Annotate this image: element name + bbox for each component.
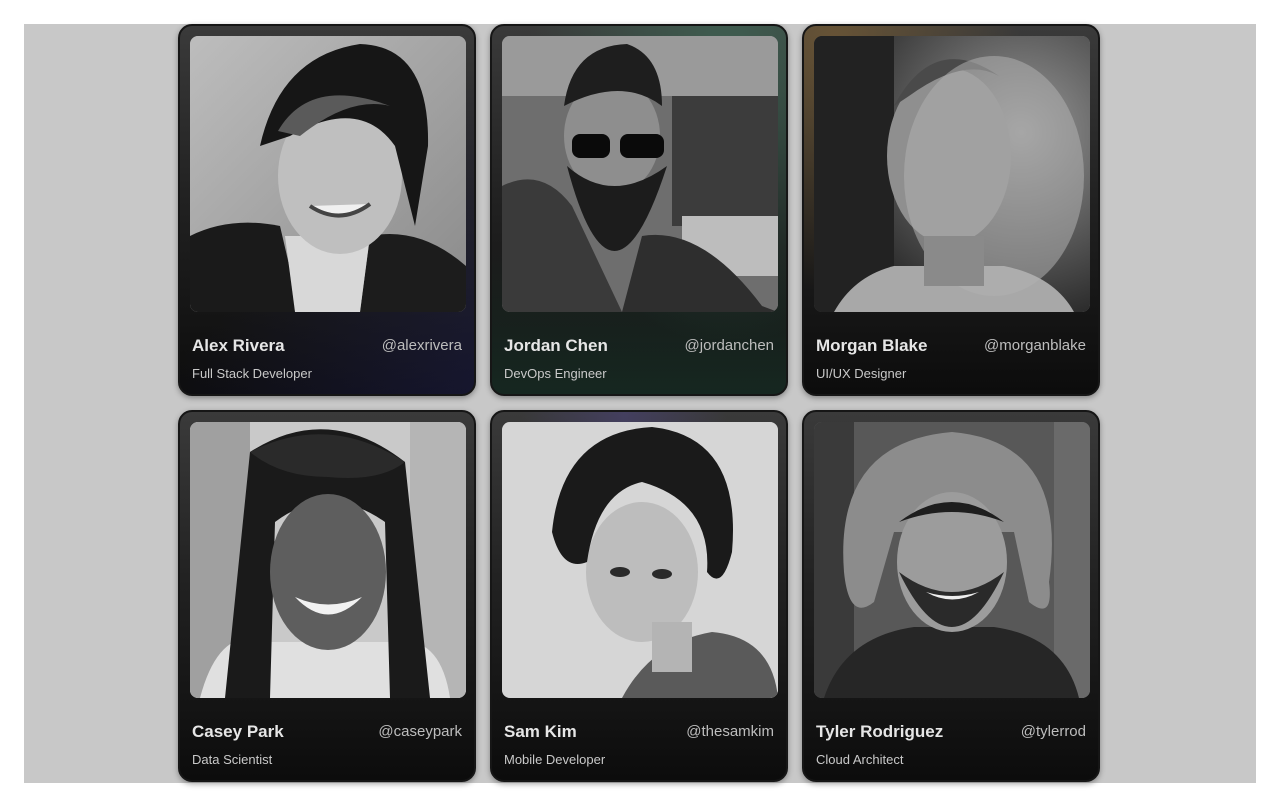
avatar xyxy=(190,36,466,312)
profile-handle[interactable]: @caseypark xyxy=(378,723,462,740)
avatar xyxy=(814,36,1090,312)
profile-role: UI/UX Designer xyxy=(816,366,907,381)
profile-card[interactable]: Tyler Rodriguez @tylerrod Cloud Architec… xyxy=(802,410,1100,782)
profile-card[interactable]: Alex Rivera @alexrivera Full Stack Devel… xyxy=(178,24,476,396)
avatar xyxy=(814,422,1090,698)
profile-role: Cloud Architect xyxy=(816,752,904,767)
profile-name: Jordan Chen xyxy=(504,336,608,355)
profile-card[interactable]: Sam Kim @thesamkim Mobile Developer xyxy=(490,410,788,782)
profile-handle[interactable]: @tylerrod xyxy=(1021,723,1086,740)
profile-role: DevOps Engineer xyxy=(504,366,607,381)
profile-handle[interactable]: @morganblake xyxy=(984,337,1086,354)
avatar xyxy=(502,36,778,312)
profile-name: Tyler Rodriguez xyxy=(816,722,944,741)
profile-card[interactable]: Casey Park @caseypark Data Scientist xyxy=(178,410,476,782)
profile-name: Alex Rivera xyxy=(192,336,285,355)
avatar xyxy=(190,422,466,698)
profile-card[interactable]: Jordan Chen @jordanchen DevOps Engineer xyxy=(490,24,788,396)
profile-role: Mobile Developer xyxy=(504,752,606,767)
avatar xyxy=(502,422,778,698)
profile-role: Full Stack Developer xyxy=(192,366,312,381)
profile-name: Morgan Blake xyxy=(816,336,928,355)
profile-role: Data Scientist xyxy=(192,752,273,767)
profile-handle[interactable]: @alexrivera xyxy=(382,337,462,354)
profile-handle[interactable]: @thesamkim xyxy=(686,723,774,740)
profile-handle[interactable]: @jordanchen xyxy=(685,337,774,354)
profile-card[interactable]: Morgan Blake @morganblake UI/UX Designer xyxy=(802,24,1100,396)
profile-grid: Alex Rivera @alexrivera Full Stack Devel… xyxy=(24,24,1256,783)
profile-name: Sam Kim xyxy=(504,722,577,741)
profile-name: Casey Park xyxy=(192,722,284,741)
